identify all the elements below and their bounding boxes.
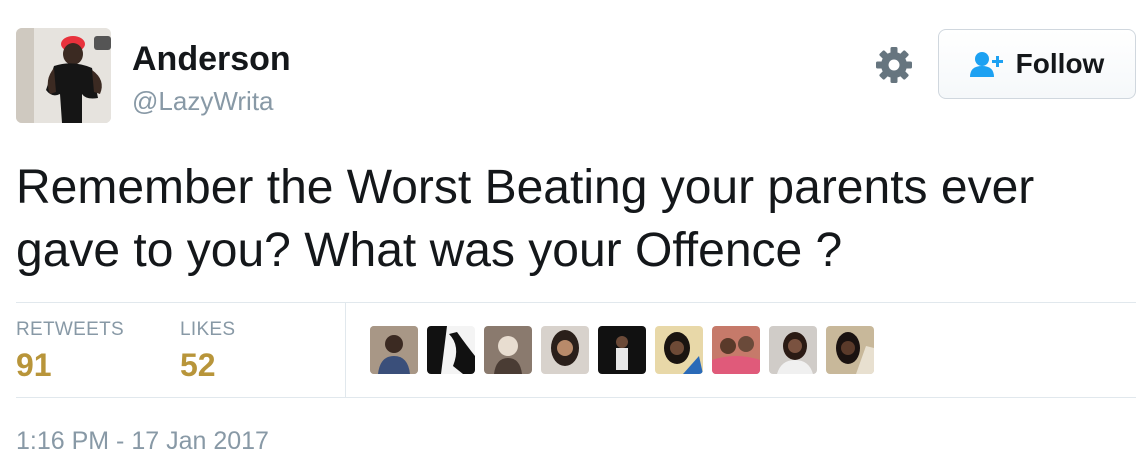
stats-separator [345, 303, 346, 397]
follow-label: Follow [1015, 48, 1105, 79]
liker-avatar[interactable] [655, 326, 703, 374]
retweets-label[interactable]: RETWEETS [16, 319, 124, 341]
liker-avatar[interactable] [427, 326, 475, 374]
liker-avatar[interactable] [370, 326, 418, 374]
gear-icon[interactable] [874, 45, 914, 85]
likers-avatars [370, 326, 874, 374]
user-avatar[interactable] [16, 28, 111, 123]
tweet-text: Remember the Worst Beating your parents … [16, 161, 1035, 277]
likes-count[interactable]: 52 [180, 347, 216, 384]
tweet-timestamp[interactable]: 1:16 PM - 17 Jan 2017 [16, 427, 269, 456]
retweets-count[interactable]: 91 [16, 347, 52, 384]
divider-bottom [16, 397, 1136, 398]
add-user-icon [969, 52, 1003, 77]
liker-avatar[interactable] [484, 326, 532, 374]
liker-avatar[interactable] [541, 326, 589, 374]
liker-avatar[interactable] [712, 326, 760, 374]
display-name[interactable]: Anderson [132, 40, 291, 79]
divider-top [16, 302, 1136, 303]
user-handle[interactable]: @LazyWrita [132, 86, 274, 117]
liker-avatar[interactable] [826, 326, 874, 374]
avatar-photo-icon [16, 28, 111, 123]
follow-button[interactable]: Follow [938, 29, 1136, 99]
liker-avatar[interactable] [769, 326, 817, 374]
liker-avatar[interactable] [598, 326, 646, 374]
likes-label[interactable]: LIKES [180, 319, 235, 341]
